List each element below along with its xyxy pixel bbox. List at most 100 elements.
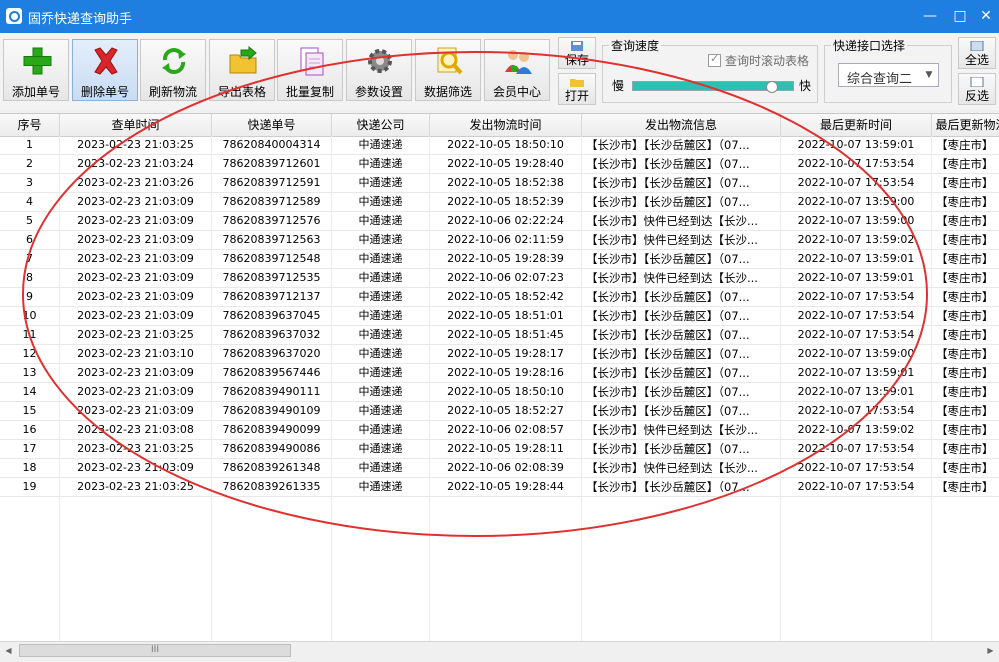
table-cell: 2023-02-23 21:03:09 <box>60 459 212 478</box>
table-row[interactable]: 13 2023-02-23 21:03:09 78620839567446 中通速递 2… <box>0 364 999 383</box>
table-cell: 【长沙市】【长沙岳麓区】（07... <box>582 345 781 364</box>
add-plus-icon <box>23 47 52 75</box>
export-table-button[interactable]: 导出表格 <box>209 39 275 101</box>
parameter-settings-button[interactable]: 参数设置 <box>346 39 412 101</box>
table-row[interactable]: 7 2023-02-23 21:03:09 78620839712548 中通速递 20… <box>0 250 999 269</box>
table-row[interactable]: 19 2023-02-23 21:03:25 78620839261335 中通速递 2… <box>0 478 999 497</box>
table-cell: 【枣庄市】 <box>936 442 994 456</box>
table-row[interactable]: 5 2023-02-23 21:03:09 78620839712576 中通速递 20… <box>0 212 999 231</box>
table-cell: 2022-10-07 17:53:54 <box>781 440 932 459</box>
column-header[interactable]: 序号 <box>0 114 60 136</box>
table-cell: 2023-02-23 21:03:09 <box>60 383 212 402</box>
table-row[interactable]: 9 2023-02-23 21:03:09 78620839712137 中通速递 20… <box>0 288 999 307</box>
table-cell: 2022-10-07 13:59:01 <box>781 136 932 155</box>
table-row[interactable]: 8 2023-02-23 21:03:09 78620839712535 中通速递 20… <box>0 269 999 288</box>
column-divider <box>581 136 582 642</box>
table-cell: 2022-10-06 02:22:24 <box>430 212 582 231</box>
save-button[interactable]: 保存 <box>558 37 596 69</box>
copy-documents-icon <box>300 47 324 76</box>
delete-x-icon <box>94 47 118 75</box>
table-cell: 中通速递 <box>332 250 430 269</box>
save-icon <box>571 41 583 51</box>
column-header[interactable]: 发出物流时间 <box>430 114 582 136</box>
api-select-dropdown[interactable]: 综合查询二 ▼ <box>838 63 939 87</box>
table-row[interactable]: 2 2023-02-23 21:03:24 78620839712601 中通速递 20… <box>0 155 999 174</box>
scroll-left-icon[interactable]: ◀ <box>0 642 17 659</box>
table-row[interactable]: 14 2023-02-23 21:03:09 78620839490111 中通速递 2… <box>0 383 999 402</box>
table-cell: 2022-10-06 02:08:39 <box>430 459 582 478</box>
table-row[interactable]: 1 2023-02-23 21:03:25 78620840004314 中通速递 20… <box>0 136 999 155</box>
table-cell: 2023-02-23 21:03:09 <box>60 364 212 383</box>
table-cell: 78620839637020 <box>212 345 332 364</box>
column-header[interactable]: 快递单号 <box>212 114 332 136</box>
table-cell: 【枣庄市】 <box>936 309 994 323</box>
horizontal-scrollbar[interactable]: ◀ III ▶ <box>0 641 999 659</box>
window-title: 固乔快递查询助手 <box>28 12 133 27</box>
column-header[interactable]: 快递公司 <box>332 114 430 136</box>
invert-selection-button[interactable]: 反选 <box>958 73 996 105</box>
table-cell: 【长沙市】【长沙岳麓区】（07... <box>582 402 781 421</box>
table-cell: 11 <box>0 326 60 345</box>
member-center-button[interactable]: 会员中心 <box>484 39 550 101</box>
table-cell: 2023-02-23 21:03:08 <box>60 421 212 440</box>
table-cell: 2022-10-07 13:59:02 <box>781 421 932 440</box>
table-cell: 2023-02-23 21:03:26 <box>60 174 212 193</box>
table-cell: 2022-10-05 19:28:16 <box>430 364 582 383</box>
table-cell: 78620839712589 <box>212 193 332 212</box>
table-cell: 【枣庄市】 <box>936 233 994 247</box>
table-row[interactable]: 4 2023-02-23 21:03:09 78620839712589 中通速递 20… <box>0 193 999 212</box>
scroll-table-checkbox[interactable] <box>708 52 721 67</box>
scroll-right-icon[interactable]: ▶ <box>982 642 999 659</box>
column-header[interactable]: 最后更新时间 <box>781 114 932 136</box>
batch-copy-button[interactable]: 批量复制 <box>277 39 343 101</box>
open-button[interactable]: 打开 <box>558 73 596 105</box>
add-number-label: 添加单号 <box>11 85 60 99</box>
column-header[interactable]: 查单时间 <box>60 114 212 136</box>
table-cell: 2022-10-05 19:28:44 <box>430 478 582 497</box>
table-cell: 【长沙市】【长沙岳麓区】（07... <box>582 174 781 193</box>
table-cell: 2022-10-05 18:50:10 <box>430 136 582 155</box>
table-cell: 78620839637032 <box>212 326 332 345</box>
query-speed-group: 查询速度 <box>602 37 818 103</box>
table-cell: 78620839712563 <box>212 231 332 250</box>
table-cell: 2022-10-07 17:53:54 <box>781 174 932 193</box>
table-cell: 78620839567446 <box>212 364 332 383</box>
invert-selection-icon <box>970 77 984 87</box>
select-all-button[interactable]: 全选 <box>958 37 996 69</box>
table-cell: 中通速递 <box>332 288 430 307</box>
scrollbar-thumb[interactable]: III <box>19 644 291 657</box>
table-cell: 2022-10-07 13:59:01 <box>781 269 932 288</box>
maximize-button[interactable]: □ <box>949 6 971 26</box>
table-row[interactable]: 16 2023-02-23 21:03:08 78620839490099 中通速递 2… <box>0 421 999 440</box>
batch-copy-label: 批量复制 <box>285 85 334 99</box>
column-header[interactable]: 最后更新物流 <box>932 114 999 136</box>
table-row[interactable]: 6 2023-02-23 21:03:09 78620839712563 中通速递 20… <box>0 231 999 250</box>
table-cell: 【长沙市】【长沙岳麓区】（07... <box>582 478 781 497</box>
minimize-button[interactable]: — <box>919 6 941 26</box>
column-header[interactable]: 发出物流信息 <box>582 114 781 136</box>
export-table-label: 导出表格 <box>217 85 266 99</box>
table-row[interactable]: 10 2023-02-23 21:03:09 78620839637045 中通速递 2… <box>0 307 999 326</box>
data-filter-button[interactable]: 数据筛选 <box>415 39 481 101</box>
table-row[interactable]: 12 2023-02-23 21:03:10 78620839637020 中通速递 2… <box>0 345 999 364</box>
table-row[interactable]: 3 2023-02-23 21:03:26 78620839712591 中通速递 20… <box>0 174 999 193</box>
table-row[interactable]: 18 2023-02-23 21:03:09 78620839261348 中通速递 2… <box>0 459 999 478</box>
table-cell: 【枣庄市】 <box>936 461 994 475</box>
table-row[interactable]: 11 2023-02-23 21:03:25 78620839637032 中通速递 2… <box>0 326 999 345</box>
close-button[interactable]: ✕ <box>975 6 997 26</box>
table-cell: 中通速递 <box>332 402 430 421</box>
table-row[interactable]: 15 2023-02-23 21:03:09 78620839490109 中通速递 2… <box>0 402 999 421</box>
parameter-settings-label: 参数设置 <box>354 85 403 99</box>
table-cell: 2022-10-07 13:59:01 <box>781 250 932 269</box>
table-cell: 14 <box>0 383 60 402</box>
delete-number-button[interactable]: 删除单号 <box>72 39 138 101</box>
table-cell: 【枣庄市】 <box>936 366 994 380</box>
table-cell: 中通速递 <box>332 174 430 193</box>
table-cell: 13 <box>0 364 60 383</box>
add-number-button[interactable]: 添加单号 <box>3 39 69 101</box>
table-cell: 【长沙市】【长沙岳麓区】（07... <box>582 364 781 383</box>
table-cell: 2022-10-05 19:28:40 <box>430 155 582 174</box>
refresh-logistics-button[interactable]: 刷新物流 <box>140 39 206 101</box>
table-row[interactable]: 17 2023-02-23 21:03:25 78620839490086 中通速递 2… <box>0 440 999 459</box>
invert-selection-label: 反选 <box>964 89 989 103</box>
